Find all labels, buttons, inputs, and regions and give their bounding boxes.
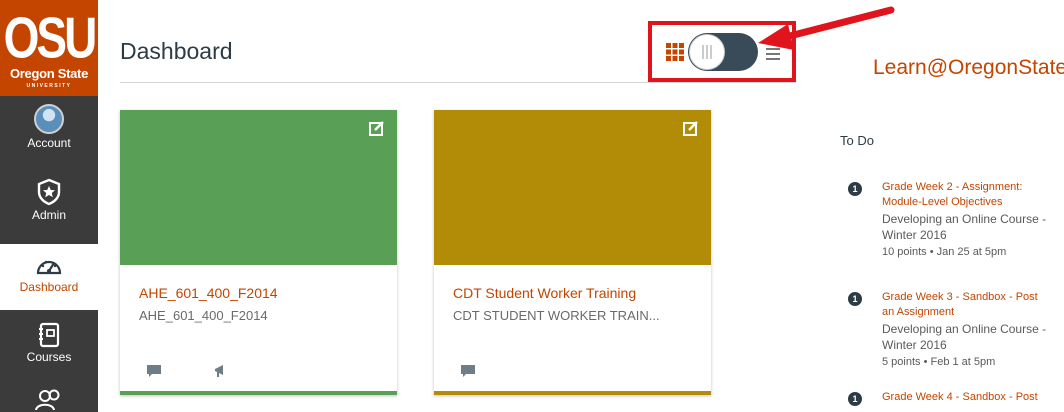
todo-title-link[interactable]: Grade Week 3 - Sandbox - Post an Assignm… (882, 290, 1064, 320)
todo-course: Developing an Online Course - Winter 201… (882, 321, 1064, 353)
discussion-icon[interactable] (460, 364, 476, 378)
todo-count-badge: 1 (848, 182, 862, 196)
todo-title-line: an Assignment (882, 306, 955, 318)
logo-text: OSU (3, 5, 98, 70)
todo-count-badge: 1 (848, 392, 862, 406)
course-name-link[interactable]: CDT Student Worker Training (453, 285, 636, 301)
announcement-icon[interactable] (214, 364, 228, 378)
annotation-arrow-icon (758, 6, 895, 50)
course-card[interactable]: AHE_601_400_F2014 AHE_601_400_F2014 (120, 110, 397, 395)
global-nav: OSU Oregon State UNIVERSITY Account Admi… (0, 0, 98, 412)
speedometer-icon (36, 260, 62, 275)
todo-meta: 10 points • Jan 25 at 5pm (882, 246, 1007, 258)
view-toggle-switch[interactable] (688, 33, 758, 71)
todo-course-line: Winter 2016 (882, 338, 947, 352)
todo-course-line: Developing an Online Course - (882, 322, 1047, 336)
osu-logo[interactable]: OSU Oregon State UNIVERSITY (0, 0, 98, 96)
nav-item-label: Dashboard (19, 280, 79, 294)
people-icon (35, 389, 60, 411)
nav-item-courses[interactable]: Courses (0, 322, 98, 382)
nav-item-label: Account (27, 136, 71, 150)
todo-meta: 5 points • Feb 1 at 5pm (882, 356, 996, 368)
card-color-bar (434, 391, 711, 395)
brand-title: Learn@OregonState (873, 56, 1064, 79)
nav-item-account[interactable]: Account (0, 104, 98, 170)
todo-title-line: Module-Level Objectives (882, 196, 1003, 208)
logo-subtitle-small: UNIVERSITY (26, 83, 72, 89)
todo-course-line: Developing an Online Course - (882, 212, 1047, 226)
nav-item-dashboard[interactable]: Dashboard (0, 244, 98, 310)
card-hero[interactable] (120, 110, 397, 265)
toggle-knob[interactable] (689, 34, 725, 70)
shield-star-icon (37, 178, 61, 206)
card-color-bar (120, 391, 397, 395)
todo-title-line: Grade Week 2 - Assignment: (882, 181, 1023, 193)
book-icon (39, 322, 60, 348)
course-name-link[interactable]: AHE_601_400_F2014 (139, 285, 278, 301)
todo-title-link[interactable]: Grade Week 2 - Assignment: Module-Level … (882, 180, 1064, 210)
todo-title-line: Grade Week 3 - Sandbox - Post (882, 291, 1038, 303)
todo-item[interactable]: 1 Grade Week 4 - Sandbox - Post (848, 390, 1064, 412)
logo-subtitle: Oregon State (9, 66, 89, 81)
todo-heading: To Do (840, 133, 874, 148)
nav-item-label: Admin (31, 208, 66, 222)
course-code: CDT STUDENT WORKER TRAIN... (453, 308, 660, 323)
nav-item-groups[interactable] (0, 388, 98, 412)
todo-course-line: Winter 2016 (882, 228, 947, 242)
todo-course: Developing an Online Course - Winter 201… (882, 211, 1064, 243)
edit-icon[interactable] (369, 120, 385, 136)
avatar (34, 104, 64, 134)
header-divider (120, 82, 796, 83)
course-card[interactable]: CDT Student Worker Training CDT STUDENT … (434, 110, 711, 395)
nav-item-label: Courses (26, 350, 72, 364)
nav-item-admin[interactable]: Admin (0, 178, 98, 240)
edit-icon[interactable] (683, 120, 699, 136)
canvas-dashboard-page: OSU Oregon State UNIVERSITY Account Admi… (0, 0, 1064, 412)
todo-title-link[interactable]: Grade Week 4 - Sandbox - Post (882, 390, 1064, 405)
todo-title-line: Grade Week 4 - Sandbox - Post (882, 391, 1038, 403)
discussion-icon[interactable] (146, 364, 162, 378)
course-code: AHE_601_400_F2014 (139, 308, 268, 323)
grip-icon (702, 45, 712, 59)
todo-count-badge: 1 (848, 292, 862, 306)
page-title: Dashboard (120, 38, 233, 64)
card-hero[interactable] (434, 110, 711, 265)
card-view-grid-icon[interactable] (666, 43, 684, 61)
